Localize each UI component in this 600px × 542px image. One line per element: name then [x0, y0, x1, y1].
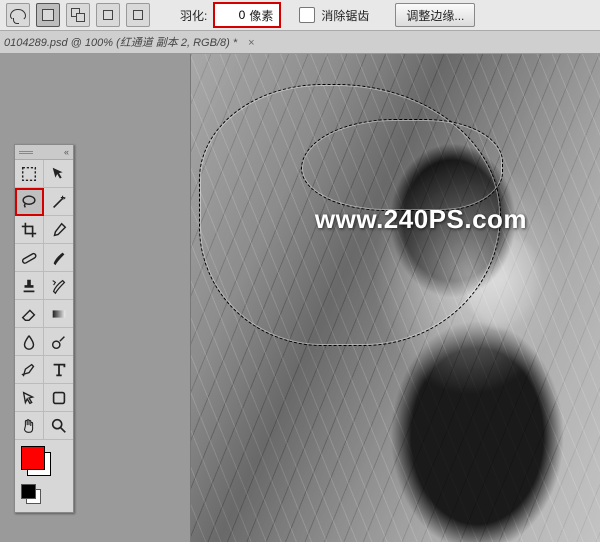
eyedropper-tool[interactable]	[44, 216, 73, 244]
hand-tool[interactable]	[15, 412, 44, 440]
tools-panel: «	[14, 144, 74, 513]
close-icon[interactable]: ×	[248, 37, 254, 49]
brush-tool[interactable]	[44, 244, 73, 272]
selection-marquee	[301, 119, 503, 211]
healing-brush-tool[interactable]	[15, 244, 44, 272]
collapse-icon[interactable]: «	[64, 147, 69, 157]
tool-preset-icon[interactable]	[6, 3, 30, 27]
color-swatches	[15, 440, 73, 512]
feather-input[interactable]	[215, 8, 247, 22]
lasso-tool[interactable]	[15, 188, 44, 216]
dodge-tool[interactable]	[44, 328, 73, 356]
feather-input-group: 像素	[213, 2, 281, 28]
selection-new-icon[interactable]	[36, 3, 60, 27]
path-select-tool[interactable]	[15, 384, 44, 412]
antialias-checkbox[interactable]	[299, 7, 315, 23]
zoom-tool[interactable]	[44, 412, 73, 440]
watermark-text: www.240PS.com	[315, 204, 527, 235]
tools-panel-header[interactable]: «	[15, 145, 73, 160]
crop-tool[interactable]	[15, 216, 44, 244]
document-tab-title: 0104289.psd @ 100% (红通道 副本 2, RGB/8) *	[4, 37, 237, 49]
stamp-tool[interactable]	[15, 272, 44, 300]
history-brush-tool[interactable]	[44, 272, 73, 300]
selection-add-icon[interactable]	[66, 3, 90, 27]
foreground-swatch[interactable]	[21, 446, 45, 470]
magic-wand-tool[interactable]	[44, 188, 73, 216]
marquee-tool[interactable]	[15, 160, 44, 188]
option-bar: 羽化: 像素 消除锯齿 调整边缘...	[0, 0, 600, 31]
selection-intersect-icon[interactable]	[126, 3, 150, 27]
feather-unit: 像素	[247, 7, 279, 24]
pen-tool[interactable]	[15, 356, 44, 384]
shape-tool[interactable]	[44, 384, 73, 412]
document-tab[interactable]: 0104289.psd @ 100% (红通道 副本 2, RGB/8) * ×	[4, 34, 255, 50]
antialias-label: 消除锯齿	[321, 7, 369, 24]
refine-edge-button[interactable]: 调整边缘...	[395, 3, 475, 27]
document-canvas[interactable]: www.240PS.com	[190, 54, 600, 542]
eraser-tool[interactable]	[15, 300, 44, 328]
feather-label: 羽化:	[180, 7, 207, 24]
workspace: « www.240PS.com	[0, 54, 600, 542]
move-tool[interactable]	[44, 160, 73, 188]
blur-tool[interactable]	[15, 328, 44, 356]
selection-subtract-icon[interactable]	[96, 3, 120, 27]
document-tab-bar: 0104289.psd @ 100% (红通道 副本 2, RGB/8) * ×	[0, 31, 600, 54]
gradient-tool[interactable]	[44, 300, 73, 328]
type-tool[interactable]	[44, 356, 73, 384]
default-swatches[interactable]	[21, 484, 41, 504]
